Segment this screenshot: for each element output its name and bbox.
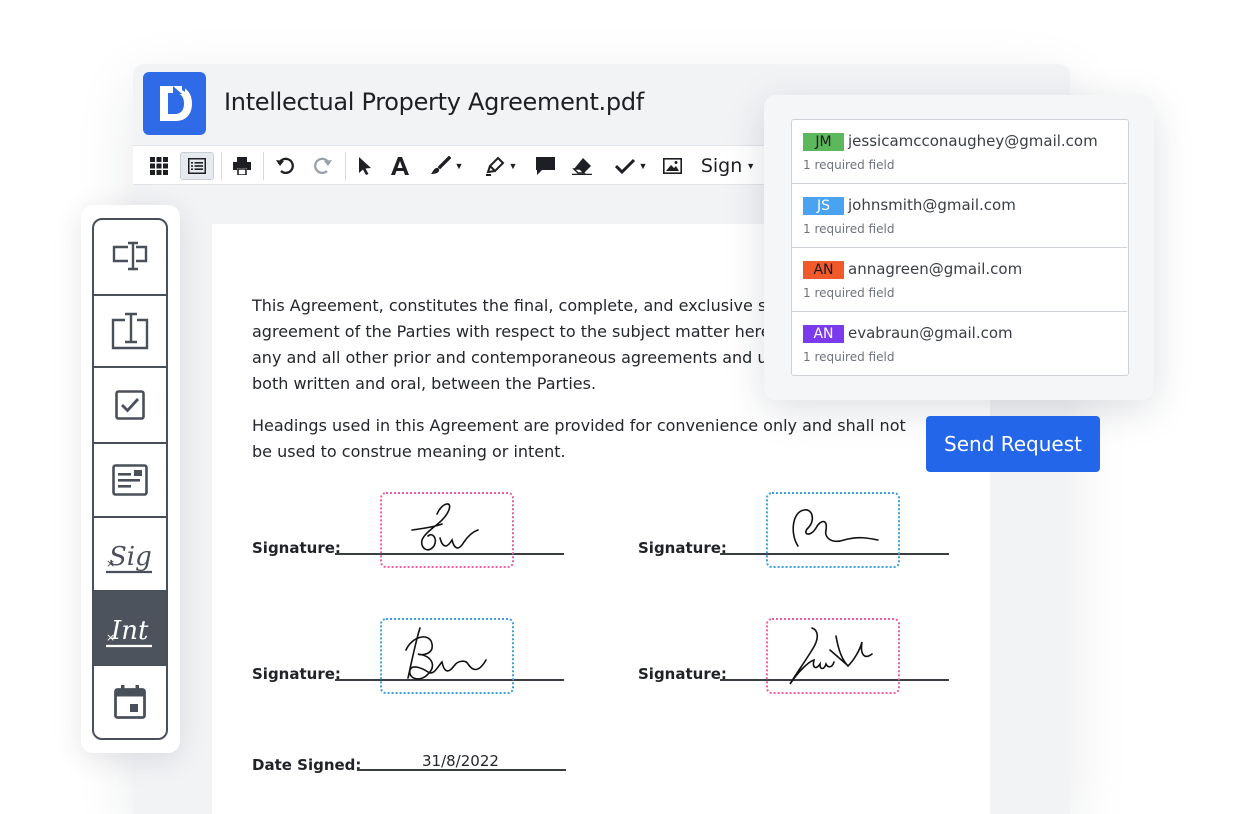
- grid-view-icon[interactable]: [147, 152, 171, 180]
- text-icon[interactable]: [389, 152, 411, 180]
- sign-menu-label: Sign: [700, 155, 743, 177]
- signature-label: Signature:: [252, 539, 341, 557]
- chevron-down-icon: ▼: [746, 161, 756, 171]
- tool-palette: Sig × Int ×: [92, 218, 168, 740]
- recipient-email: johnsmith@gmail.com: [848, 196, 1016, 214]
- checkmark-icon[interactable]: ▼: [609, 152, 653, 180]
- date-signed-line: [357, 769, 566, 771]
- svg-text:×: ×: [106, 631, 115, 644]
- paragraph-line: be used to construe meaning or intent.: [252, 442, 566, 461]
- date-signed-value[interactable]: 31/8/2022: [422, 752, 499, 770]
- signature-label: Signature:: [252, 665, 341, 683]
- undo-icon[interactable]: [273, 152, 297, 180]
- recipient-required-note: 1 required field: [803, 350, 895, 364]
- toolbar-separator: [263, 152, 264, 180]
- signature-field[interactable]: [766, 618, 900, 694]
- svg-text:×: ×: [106, 557, 115, 570]
- recipients-list: JM jessicamcconaughey@gmail.com 1 requir…: [791, 119, 1129, 376]
- toolbar-separator: [345, 152, 346, 180]
- recipient-initials-badge: AN: [803, 261, 844, 279]
- toolbar-separator: [221, 152, 222, 180]
- recipient-initials-badge: AN: [803, 325, 844, 343]
- signature-field[interactable]: [766, 492, 900, 568]
- sign-menu[interactable]: Sign ▼: [698, 152, 758, 180]
- signature-label: Signature:: [638, 539, 727, 557]
- svg-text:Int: Int: [110, 616, 149, 646]
- signature-field[interactable]: [380, 618, 514, 694]
- signature-label: Signature:: [638, 665, 727, 683]
- handwritten-signature: [405, 627, 487, 680]
- list-view-icon[interactable]: [180, 152, 214, 180]
- recipient-email: annagreen@gmail.com: [848, 260, 1023, 278]
- recipient-item[interactable]: AN annagreen@gmail.com 1 required field: [792, 248, 1127, 312]
- paragraph-line: Headings used in this Agreement are prov…: [252, 416, 906, 435]
- recipient-required-note: 1 required field: [803, 158, 895, 172]
- draw-brush-icon[interactable]: ▼: [425, 152, 469, 180]
- text-field-icon[interactable]: [94, 220, 166, 296]
- select-pointer-icon[interactable]: [355, 152, 375, 180]
- print-icon[interactable]: [230, 152, 254, 180]
- svg-text:Sig: Sig: [109, 542, 152, 572]
- eraser-icon[interactable]: [570, 152, 594, 180]
- recipient-required-note: 1 required field: [803, 286, 895, 300]
- recipient-email: evabraun@gmail.com: [848, 324, 1013, 342]
- handwritten-signature: [792, 509, 879, 547]
- image-icon[interactable]: [660, 152, 684, 180]
- document-title: Intellectual Property Agreement.pdf: [224, 88, 644, 116]
- toolbar: ▼ ▼ ▼ Sign ▼: [133, 145, 793, 185]
- text-box-icon[interactable]: [94, 296, 166, 368]
- initials-tool-icon[interactable]: Int ×: [94, 592, 166, 666]
- highlighter-icon[interactable]: ▼: [479, 152, 523, 180]
- handwritten-signature: [411, 503, 479, 551]
- recipient-required-note: 1 required field: [803, 222, 895, 236]
- send-request-button[interactable]: Send Request: [926, 416, 1100, 472]
- handwritten-signature: [789, 627, 873, 685]
- checkbox-icon[interactable]: [94, 368, 166, 444]
- redo-icon[interactable]: [311, 152, 335, 180]
- form-field-icon[interactable]: [94, 444, 166, 518]
- recipient-item[interactable]: JS johnsmith@gmail.com 1 required field: [792, 184, 1127, 248]
- signature-field[interactable]: [380, 492, 514, 568]
- app-logo-icon[interactable]: [143, 72, 206, 135]
- recipient-item[interactable]: JM jessicamcconaughey@gmail.com 1 requir…: [792, 120, 1127, 184]
- recipient-initials-badge: JS: [803, 197, 844, 215]
- recipient-item[interactable]: AN evabraun@gmail.com 1 required field: [792, 312, 1127, 375]
- comment-icon[interactable]: [533, 152, 557, 180]
- agreement-paragraph-2: Headings used in this Agreement are prov…: [252, 413, 906, 465]
- recipient-email: jessicamcconaughey@gmail.com: [848, 132, 1098, 150]
- date-signed-label: Date Signed:: [252, 756, 362, 774]
- signature-tool-icon[interactable]: Sig ×: [94, 518, 166, 592]
- date-field-icon[interactable]: [94, 666, 166, 738]
- recipient-initials-badge: JM: [803, 133, 844, 151]
